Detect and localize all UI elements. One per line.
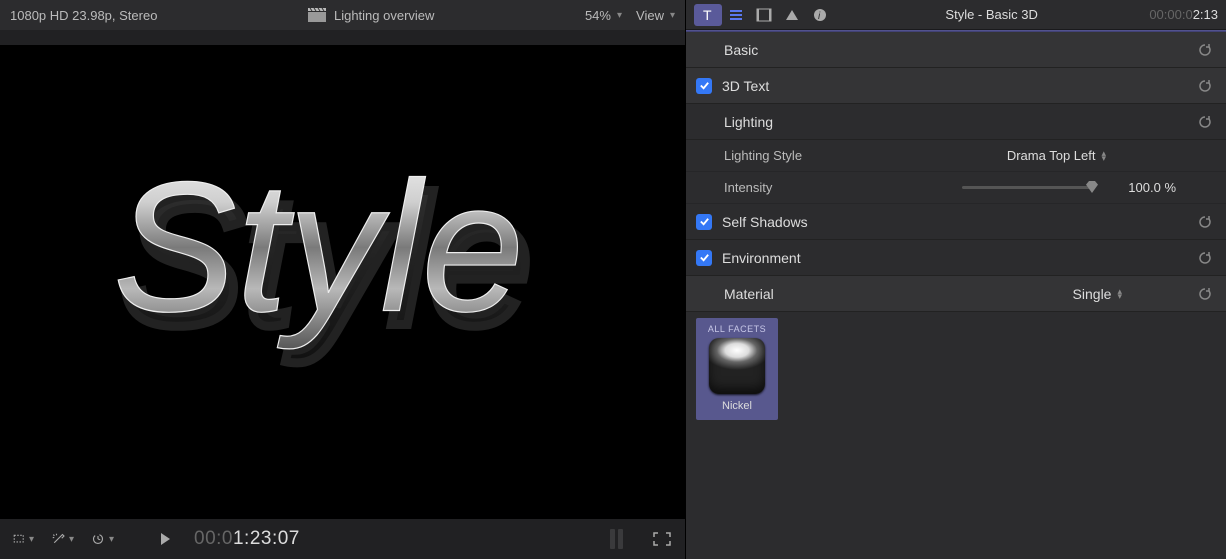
effects-tool-icon[interactable]: ▾	[52, 530, 74, 548]
section-label: Environment	[722, 250, 801, 266]
lighting-style-dropdown[interactable]: Drama Top Left ▴▾	[1007, 148, 1106, 163]
viewer-footer: ▾ ▾ ▾ 00:01:23:07	[0, 519, 685, 559]
reset-icon[interactable]	[1198, 79, 1212, 93]
tab-video[interactable]	[750, 4, 778, 26]
section-label: Self Shadows	[722, 214, 808, 230]
checkbox-self-shadows[interactable]	[696, 214, 712, 230]
preview-text-style: Style Style	[113, 101, 573, 431]
stepper-icon: ▴▾	[1117, 289, 1122, 299]
slider-thumb[interactable]	[1086, 181, 1098, 193]
checkbox-environment[interactable]	[696, 250, 712, 266]
play-button[interactable]	[154, 530, 176, 548]
reset-icon[interactable]	[1198, 115, 1212, 129]
tab-info[interactable]: i	[806, 4, 834, 26]
intensity-value[interactable]: 100.0 %	[1106, 180, 1176, 195]
material-well: ALL FACETS Nickel	[686, 312, 1226, 426]
section-environment[interactable]: Environment	[686, 240, 1226, 276]
timecode-bright: 1:23:07	[233, 528, 300, 549]
viewer-canvas[interactable]: Style Style	[0, 45, 685, 519]
material-swatch[interactable]	[709, 338, 765, 394]
tab-text[interactable]: T	[694, 4, 722, 26]
svg-text:T: T	[703, 8, 712, 22]
section-basic[interactable]: Basic	[686, 32, 1226, 68]
chevron-down-icon: ▾	[617, 10, 622, 21]
section-self-shadows[interactable]: Self Shadows	[686, 204, 1226, 240]
zoom-value: 54%	[585, 8, 611, 23]
audio-meter-icon[interactable]	[610, 529, 623, 549]
param-label: Intensity	[724, 180, 924, 195]
timecode-display[interactable]: 00:01:23:07	[194, 528, 300, 550]
view-dropdown[interactable]: View ▾	[636, 8, 675, 23]
intensity-slider[interactable]	[962, 186, 1092, 189]
retime-tool-icon[interactable]: ▾	[92, 530, 114, 548]
crop-tool-icon[interactable]: ▾	[12, 530, 34, 548]
section-material[interactable]: Material Single ▴▾	[686, 276, 1226, 312]
param-intensity: Intensity 100.0 %	[686, 172, 1226, 204]
chevron-down-icon: ▾	[69, 534, 74, 545]
inspector-body: Basic 3D Text Lighting Lighting Style Dr…	[686, 32, 1226, 559]
tab-paragraph[interactable]	[722, 4, 750, 26]
viewer-header: 1080p HD 23.98p, Stereo Lighting overvie…	[0, 0, 685, 30]
param-lighting-style: Lighting Style Drama Top Left ▴▾	[686, 140, 1226, 172]
section-3d-text[interactable]: 3D Text	[686, 68, 1226, 104]
section-lighting[interactable]: Lighting	[686, 104, 1226, 140]
viewer-panel: 1080p HD 23.98p, Stereo Lighting overvie…	[0, 0, 685, 559]
format-label: 1080p HD 23.98p, Stereo	[10, 8, 157, 23]
inspector-timecode: 00:00:02:13	[1149, 7, 1218, 22]
chevron-down-icon: ▾	[29, 534, 34, 545]
play-icon	[161, 533, 170, 545]
fullscreen-button[interactable]	[651, 530, 673, 548]
clapperboard-icon[interactable]	[308, 8, 326, 22]
reset-icon[interactable]	[1198, 251, 1212, 265]
tab-info-triangle[interactable]	[778, 4, 806, 26]
stepper-icon: ▴▾	[1101, 151, 1106, 161]
reset-icon[interactable]	[1198, 287, 1212, 301]
chevron-down-icon: ▾	[670, 10, 675, 21]
inspector-header: T i Style - Basic 3D 00:00:02:13	[686, 0, 1226, 30]
param-label: Lighting Style	[724, 148, 924, 163]
section-label: Material	[724, 286, 774, 302]
inspector-title: Style - Basic 3D	[834, 7, 1149, 22]
facet-name: Nickel	[700, 400, 774, 412]
section-label: Basic	[724, 42, 758, 58]
viewer-title[interactable]: Lighting overview	[334, 8, 434, 23]
dropdown-value: Drama Top Left	[1007, 148, 1096, 163]
reset-icon[interactable]	[1198, 215, 1212, 229]
timecode-dim: 00:0	[194, 528, 233, 549]
section-label: Lighting	[724, 114, 773, 130]
inspector-tabs: T i	[694, 4, 834, 26]
view-label: View	[636, 8, 664, 23]
section-label: 3D Text	[722, 78, 769, 94]
material-mode-dropdown[interactable]: Single ▴▾	[1073, 286, 1122, 302]
inspector-panel: T i Style - Basic 3D 00:00:02:13 Basic	[685, 0, 1226, 559]
dropdown-value: Single	[1073, 286, 1112, 302]
chevron-down-icon: ▾	[109, 534, 114, 545]
facet-header: ALL FACETS	[700, 324, 774, 334]
svg-text:Style: Style	[113, 145, 524, 351]
zoom-dropdown[interactable]: 54% ▾	[585, 8, 622, 23]
checkbox-3d-text[interactable]	[696, 78, 712, 94]
reset-icon[interactable]	[1198, 43, 1212, 57]
facet-tile-all[interactable]: ALL FACETS Nickel	[696, 318, 778, 420]
